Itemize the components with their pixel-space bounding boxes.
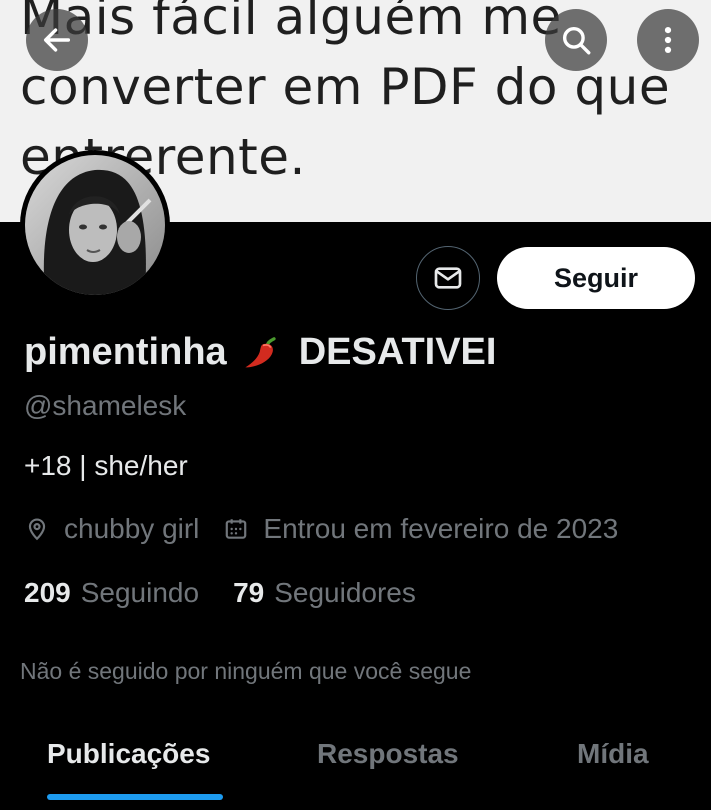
bio: +18 | she/her [24,450,188,481]
following-label: Seguindo [80,577,200,608]
display-name: pimentinha [24,330,227,373]
tab-media[interactable]: Mídia [577,738,649,770]
banner-line: converter em PDF do que [20,58,671,116]
display-name-row: pimentinha DESATIVEI [24,330,496,374]
following-link[interactable]: 209 Seguindo [24,577,199,609]
location-text: chubby girl [64,513,200,544]
followers-label: Seguidores [274,577,416,608]
arrow-left-icon [43,28,71,52]
calendar-icon [226,519,247,539]
more-vertical-icon [664,26,672,54]
followers-link[interactable]: 79 Seguidores [233,577,416,609]
followers-count: 79 [233,577,265,608]
avatar[interactable] [20,150,170,300]
search-icon [562,26,591,55]
search-button[interactable] [545,9,607,71]
back-button[interactable] [26,9,88,71]
display-name-suffix: DESATIVEI [298,330,497,373]
tab-posts[interactable]: Publicações [47,738,210,770]
banner-line: Mais fácil alguém me [20,0,562,46]
message-button[interactable] [416,246,480,310]
following-count: 209 [24,577,71,608]
profile-tabs: Publicações Respostas Mídia [0,728,711,810]
follow-button[interactable]: Seguir [497,247,695,309]
envelope-icon [434,267,462,289]
mutual-followers-note: Não é seguido por ninguém que você segue [20,658,472,684]
joined-date: Entrou em fevereiro de 2023 [263,513,619,544]
profile-meta: chubby girl Entrou em fevereiro de 2023 [24,513,618,545]
handle: @shamelesk [24,390,187,421]
location-pin-icon [28,518,46,541]
avatar-photo [25,155,165,295]
follow-stats: 209 Seguindo 79 Seguidores [24,577,416,609]
chili-pepper-icon [245,337,276,368]
more-button[interactable] [637,9,699,71]
active-tab-indicator [47,794,223,800]
tab-replies[interactable]: Respostas [317,738,459,770]
